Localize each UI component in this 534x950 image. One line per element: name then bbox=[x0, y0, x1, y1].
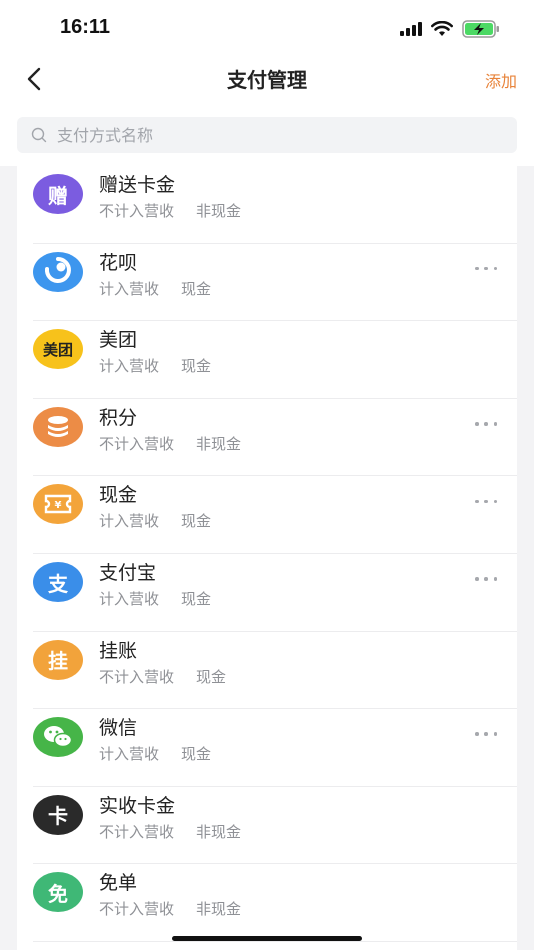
item-icon-text: 美团 bbox=[42, 340, 73, 359]
payment-method-item[interactable]: 支 支付宝计入营收 现金 bbox=[17, 554, 517, 632]
item-icon-text: 挂 bbox=[48, 649, 68, 674]
revenue-tag: 计入营收 bbox=[99, 590, 160, 608]
search-icon bbox=[31, 127, 47, 143]
more-options-icon[interactable] bbox=[475, 572, 497, 586]
payment-method-tags: 不计入营收 非现金 bbox=[99, 200, 241, 221]
payment-method-tags: 不计入营收 非现金 bbox=[99, 433, 241, 454]
payment-method-name: 挂账 bbox=[99, 639, 138, 662]
payment-method-list: 赠赠送卡金 不计入营收 非现金 花呗 计入营收 现金 美团 美团 计入营收 现金 积分 不计入营收 非现… bbox=[17, 166, 517, 950]
payment-method-tags: 计入营收 现金 bbox=[99, 510, 211, 531]
points-icon bbox=[33, 406, 83, 447]
add-button[interactable]: 添加 bbox=[485, 68, 517, 92]
payment-method-name: 支付宝 bbox=[99, 562, 157, 584]
gift-card-icon: 赠 bbox=[33, 174, 83, 214]
revenue-tag: 不计入营收 bbox=[99, 900, 175, 919]
payment-method-name: 美团 bbox=[99, 329, 138, 352]
card-icon: 卡 bbox=[33, 794, 83, 835]
signal-icon bbox=[400, 22, 422, 36]
page-title: 支付管理 bbox=[227, 68, 307, 92]
divider bbox=[33, 940, 517, 942]
more-options-icon[interactable] bbox=[475, 727, 497, 741]
revenue-tag: 计入营收 bbox=[99, 745, 160, 764]
payment-method-item[interactable]: 卡 实收卡金不计入营收 非现金 bbox=[17, 787, 517, 865]
payment-method-name: 积分 bbox=[99, 406, 138, 429]
cash-type-tag: 非现金 bbox=[196, 202, 242, 220]
wechat-icon bbox=[33, 717, 83, 758]
item-icon-text: 支 bbox=[48, 571, 68, 596]
payment-method-item[interactable]: 积分不计入营收 非现金 bbox=[17, 399, 517, 477]
meituan-icon: 美团 bbox=[33, 329, 83, 370]
cash-icon: ¥ bbox=[33, 484, 83, 525]
revenue-tag: 计入营收 bbox=[99, 512, 160, 531]
cash-type-tag: 现金 bbox=[181, 512, 212, 531]
payment-method-tags: 不计入营收 非现金 bbox=[99, 821, 241, 842]
payment-method-name: 花呗 bbox=[99, 251, 138, 274]
more-options-icon[interactable] bbox=[475, 494, 497, 508]
payment-method-item[interactable]: 挂 挂账不计入营收 现金 bbox=[17, 632, 517, 710]
revenue-tag: 计入营收 bbox=[99, 357, 160, 376]
home-indicator bbox=[172, 936, 362, 941]
cash-type-tag: 现金 bbox=[181, 590, 212, 608]
payment-method-name: 微信 bbox=[99, 717, 138, 740]
huabei-icon bbox=[33, 251, 83, 292]
navigation-bar: 支付管理 添加 bbox=[0, 56, 534, 102]
payment-method-name: 免单 bbox=[99, 872, 138, 895]
payment-method-name: 赠送卡金 bbox=[99, 174, 176, 196]
cash-type-tag: 现金 bbox=[181, 279, 212, 298]
search-input[interactable] bbox=[57, 117, 497, 153]
payment-method-tags: 计入营收 现金 bbox=[99, 743, 211, 764]
revenue-tag: 不计入营收 bbox=[99, 202, 175, 220]
payment-method-tags: 计入营收 现金 bbox=[99, 355, 211, 376]
free-order-icon: 免 bbox=[33, 872, 83, 913]
cash-type-tag: 现金 bbox=[181, 745, 212, 764]
payment-method-item[interactable]: 赠 赠送卡金不计入营收 非现金 bbox=[17, 166, 517, 244]
item-icon-text: 免 bbox=[48, 881, 68, 906]
credit-account-icon: 挂 bbox=[33, 639, 83, 680]
cash-type-tag: 非现金 bbox=[196, 822, 242, 841]
payment-method-name: 现金 bbox=[99, 484, 138, 507]
payment-method-item[interactable]: 美团 美团计入营收 现金 bbox=[17, 321, 517, 399]
payment-method-tags: 计入营收 现金 bbox=[99, 588, 211, 609]
revenue-tag: 不计入营收 bbox=[99, 434, 175, 453]
payment-method-tags: 不计入营收 非现金 bbox=[99, 898, 241, 919]
status-time: 16:11 bbox=[60, 16, 111, 38]
cash-type-tag: 非现金 bbox=[196, 900, 242, 919]
more-options-icon[interactable] bbox=[475, 417, 497, 431]
more-options-icon[interactable] bbox=[475, 262, 497, 276]
alipay-icon: 支 bbox=[33, 562, 83, 602]
cash-type-tag: 非现金 bbox=[196, 434, 242, 453]
cash-type-tag: 现金 bbox=[196, 667, 227, 686]
search-box[interactable] bbox=[17, 117, 517, 153]
revenue-tag: 不计入营收 bbox=[99, 667, 175, 686]
wifi-icon bbox=[431, 21, 453, 36]
item-icon-text: 赠 bbox=[48, 183, 68, 208]
payment-method-item[interactable]: 微信计入营收 现金 bbox=[17, 709, 517, 787]
payment-method-tags: 不计入营收 现金 bbox=[99, 666, 226, 687]
battery-charging-icon bbox=[462, 20, 499, 38]
payment-method-item[interactable]: 免 免单不计入营收 非现金 bbox=[17, 864, 517, 942]
payment-method-tags: 计入营收 现金 bbox=[99, 278, 211, 299]
search-section bbox=[0, 102, 534, 166]
payment-method-item[interactable]: ¥ 现金 计入营收 现金 bbox=[17, 476, 517, 554]
payment-method-name: 实收卡金 bbox=[99, 794, 176, 817]
revenue-tag: 不计入营收 bbox=[99, 822, 175, 841]
revenue-tag: 计入营收 bbox=[99, 279, 160, 298]
cash-type-tag: 现金 bbox=[181, 357, 212, 376]
svg-text:¥: ¥ bbox=[55, 500, 62, 511]
payment-method-item[interactable]: 花呗计入营收 现金 bbox=[17, 244, 517, 322]
status-bar: 16:11 bbox=[0, 0, 534, 56]
item-icon-text: 卡 bbox=[48, 804, 68, 829]
status-icons bbox=[400, 20, 500, 38]
